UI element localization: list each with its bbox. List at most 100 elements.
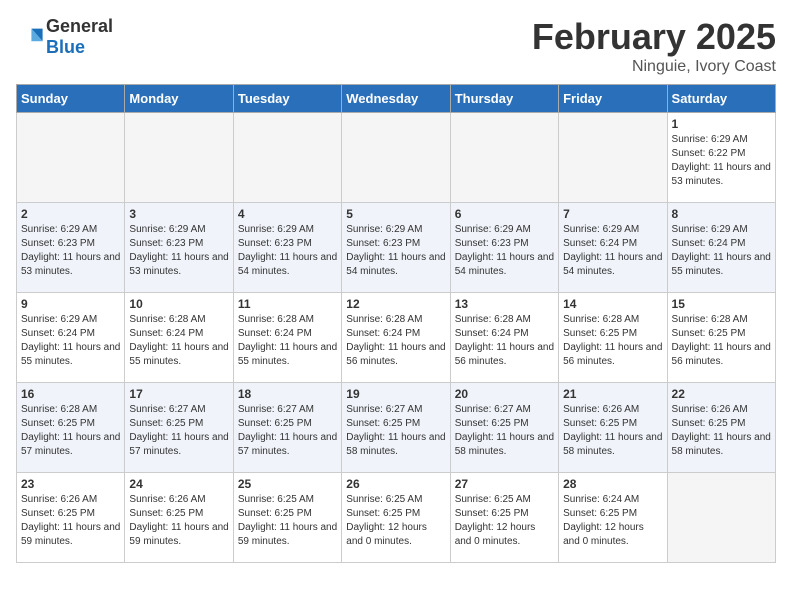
calendar-cell: 27Sunrise: 6:25 AM Sunset: 6:25 PM Dayli… bbox=[450, 473, 558, 563]
calendar-cell: 5 Sunrise: 6:29 AM Sunset: 6:23 PM Daylig… bbox=[342, 203, 450, 293]
calendar-cell: 15 Sunrise: 6:28 AM Sunset: 6:25 PM Dayli… bbox=[667, 293, 775, 383]
calendar-cell: 9Sunrise: 6:29 AM Sunset: 6:24 PM Daylig… bbox=[17, 293, 125, 383]
calendar-cell: 14 Sunrise: 6:28 AM Sunset: 6:25 PM Dayli… bbox=[559, 293, 667, 383]
logo-general-text: General bbox=[46, 16, 113, 36]
day-number: 17 bbox=[129, 387, 228, 401]
day-number: 6 bbox=[455, 207, 554, 221]
day-info: Sunrise: 6:29 AM Sunset: 6:23 PM Dayligh… bbox=[129, 223, 228, 279]
day-number: 21 bbox=[563, 387, 662, 401]
calendar-cell bbox=[450, 113, 558, 203]
calendar-cell bbox=[125, 113, 233, 203]
day-info: Sunrise: 6:28 AM Sunset: 6:25 PM Dayligh… bbox=[563, 313, 662, 369]
weekday-header-tuesday: Tuesday bbox=[233, 85, 341, 113]
calendar-cell bbox=[667, 473, 775, 563]
day-number: 24 bbox=[129, 477, 228, 491]
calendar-cell: 6Sunrise: 6:29 AM Sunset: 6:23 PM Daylig… bbox=[450, 203, 558, 293]
day-info: Sunrise: 6:25 AM Sunset: 6:25 PM Dayligh… bbox=[346, 493, 445, 549]
day-info: Sunrise: 6:29 AM Sunset: 6:23 PM Dayligh… bbox=[238, 223, 337, 279]
day-info: Sunrise: 6:28 AM Sunset: 6:25 PM Dayligh… bbox=[672, 313, 771, 369]
calendar-cell: 26 Sunrise: 6:25 AM Sunset: 6:25 PM Dayli… bbox=[342, 473, 450, 563]
logo-blue-text: Blue bbox=[46, 37, 85, 57]
day-number: 12 bbox=[346, 297, 445, 311]
day-info: Sunrise: 6:28 AM Sunset: 6:24 PM Dayligh… bbox=[455, 313, 554, 369]
day-info: Sunrise: 6:29 AM Sunset: 6:24 PM Dayligh… bbox=[21, 313, 120, 369]
weekday-header-thursday: Thursday bbox=[450, 85, 558, 113]
calendar-cell bbox=[342, 113, 450, 203]
day-number: 5 bbox=[346, 207, 445, 221]
month-title: February 2025 bbox=[532, 16, 776, 58]
calendar-cell: 2 Sunrise: 6:29 AM Sunset: 6:23 PM Daylig… bbox=[17, 203, 125, 293]
weekday-header-friday: Friday bbox=[559, 85, 667, 113]
day-number: 22 bbox=[672, 387, 771, 401]
logo-icon bbox=[16, 23, 44, 51]
calendar-table: SundayMondayTuesdayWednesdayThursdayFrid… bbox=[16, 84, 776, 563]
calendar-cell: 8 Sunrise: 6:29 AM Sunset: 6:24 PM Daylig… bbox=[667, 203, 775, 293]
day-number: 2 bbox=[21, 207, 120, 221]
day-info: Sunrise: 6:28 AM Sunset: 6:24 PM Dayligh… bbox=[129, 313, 228, 369]
weekday-header-wednesday: Wednesday bbox=[342, 85, 450, 113]
day-info: Sunrise: 6:24 AM Sunset: 6:25 PM Dayligh… bbox=[563, 493, 662, 549]
calendar-week-row: 2 Sunrise: 6:29 AM Sunset: 6:23 PM Daylig… bbox=[17, 203, 776, 293]
calendar-cell: 18Sunrise: 6:27 AM Sunset: 6:25 PM Dayli… bbox=[233, 383, 341, 473]
day-number: 16 bbox=[21, 387, 120, 401]
calendar-cell: 21 Sunrise: 6:26 AM Sunset: 6:25 PM Dayli… bbox=[559, 383, 667, 473]
calendar-cell: 4Sunrise: 6:29 AM Sunset: 6:23 PM Daylig… bbox=[233, 203, 341, 293]
day-number: 1 bbox=[672, 117, 771, 131]
calendar-cell: 7Sunrise: 6:29 AM Sunset: 6:24 PM Daylig… bbox=[559, 203, 667, 293]
weekday-header-sunday: Sunday bbox=[17, 85, 125, 113]
day-number: 26 bbox=[346, 477, 445, 491]
day-number: 10 bbox=[129, 297, 228, 311]
day-number: 18 bbox=[238, 387, 337, 401]
day-info: Sunrise: 6:26 AM Sunset: 6:25 PM Dayligh… bbox=[672, 403, 771, 459]
calendar-week-row: 9Sunrise: 6:29 AM Sunset: 6:24 PM Daylig… bbox=[17, 293, 776, 383]
day-number: 13 bbox=[455, 297, 554, 311]
calendar-cell: 3 Sunrise: 6:29 AM Sunset: 6:23 PM Daylig… bbox=[125, 203, 233, 293]
calendar-cell: 19 Sunrise: 6:27 AM Sunset: 6:25 PM Dayli… bbox=[342, 383, 450, 473]
day-info: Sunrise: 6:26 AM Sunset: 6:25 PM Dayligh… bbox=[563, 403, 662, 459]
weekday-header-monday: Monday bbox=[125, 85, 233, 113]
calendar-week-row: 16 Sunrise: 6:28 AM Sunset: 6:25 PM Dayli… bbox=[17, 383, 776, 473]
day-number: 23 bbox=[21, 477, 120, 491]
day-info: Sunrise: 6:29 AM Sunset: 6:23 PM Dayligh… bbox=[346, 223, 445, 279]
calendar-cell: 23 Sunrise: 6:26 AM Sunset: 6:25 PM Dayli… bbox=[17, 473, 125, 563]
calendar-cell: 12 Sunrise: 6:28 AM Sunset: 6:24 PM Dayli… bbox=[342, 293, 450, 383]
calendar-cell: 17 Sunrise: 6:27 AM Sunset: 6:25 PM Dayli… bbox=[125, 383, 233, 473]
calendar-cell: 28 Sunrise: 6:24 AM Sunset: 6:25 PM Dayli… bbox=[559, 473, 667, 563]
day-info: Sunrise: 6:25 AM Sunset: 6:25 PM Dayligh… bbox=[238, 493, 337, 549]
calendar-cell: 10 Sunrise: 6:28 AM Sunset: 6:24 PM Dayli… bbox=[125, 293, 233, 383]
calendar-cell: 20 Sunrise: 6:27 AM Sunset: 6:25 PM Dayli… bbox=[450, 383, 558, 473]
day-number: 3 bbox=[129, 207, 228, 221]
calendar-cell: 1 Sunrise: 6:29 AM Sunset: 6:22 PM Daylig… bbox=[667, 113, 775, 203]
calendar-week-row: 1 Sunrise: 6:29 AM Sunset: 6:22 PM Daylig… bbox=[17, 113, 776, 203]
day-info: Sunrise: 6:29 AM Sunset: 6:22 PM Dayligh… bbox=[672, 133, 771, 189]
day-info: Sunrise: 6:28 AM Sunset: 6:24 PM Dayligh… bbox=[346, 313, 445, 369]
page-header: General Blue February 2025 Ninguie, Ivor… bbox=[16, 16, 776, 76]
logo: General Blue bbox=[16, 16, 113, 58]
calendar-cell bbox=[233, 113, 341, 203]
day-info: Sunrise: 6:26 AM Sunset: 6:25 PM Dayligh… bbox=[21, 493, 120, 549]
day-number: 28 bbox=[563, 477, 662, 491]
day-info: Sunrise: 6:29 AM Sunset: 6:24 PM Dayligh… bbox=[672, 223, 771, 279]
day-number: 11 bbox=[238, 297, 337, 311]
day-number: 8 bbox=[672, 207, 771, 221]
calendar-cell: 16 Sunrise: 6:28 AM Sunset: 6:25 PM Dayli… bbox=[17, 383, 125, 473]
calendar-cell: 13 Sunrise: 6:28 AM Sunset: 6:24 PM Dayli… bbox=[450, 293, 558, 383]
calendar-cell: 11Sunrise: 6:28 AM Sunset: 6:24 PM Dayli… bbox=[233, 293, 341, 383]
day-number: 20 bbox=[455, 387, 554, 401]
day-info: Sunrise: 6:29 AM Sunset: 6:23 PM Dayligh… bbox=[21, 223, 120, 279]
calendar-header-row: SundayMondayTuesdayWednesdayThursdayFrid… bbox=[17, 85, 776, 113]
day-info: Sunrise: 6:27 AM Sunset: 6:25 PM Dayligh… bbox=[129, 403, 228, 459]
weekday-header-saturday: Saturday bbox=[667, 85, 775, 113]
day-info: Sunrise: 6:27 AM Sunset: 6:25 PM Dayligh… bbox=[346, 403, 445, 459]
calendar-cell bbox=[17, 113, 125, 203]
calendar-cell: 25Sunrise: 6:25 AM Sunset: 6:25 PM Dayli… bbox=[233, 473, 341, 563]
day-number: 15 bbox=[672, 297, 771, 311]
day-number: 19 bbox=[346, 387, 445, 401]
day-info: Sunrise: 6:27 AM Sunset: 6:25 PM Dayligh… bbox=[455, 403, 554, 459]
day-info: Sunrise: 6:28 AM Sunset: 6:25 PM Dayligh… bbox=[21, 403, 120, 459]
location-subtitle: Ninguie, Ivory Coast bbox=[532, 58, 776, 76]
calendar-cell: 24 Sunrise: 6:26 AM Sunset: 6:25 PM Dayli… bbox=[125, 473, 233, 563]
day-number: 14 bbox=[563, 297, 662, 311]
calendar-cell: 22 Sunrise: 6:26 AM Sunset: 6:25 PM Dayli… bbox=[667, 383, 775, 473]
day-info: Sunrise: 6:26 AM Sunset: 6:25 PM Dayligh… bbox=[129, 493, 228, 549]
